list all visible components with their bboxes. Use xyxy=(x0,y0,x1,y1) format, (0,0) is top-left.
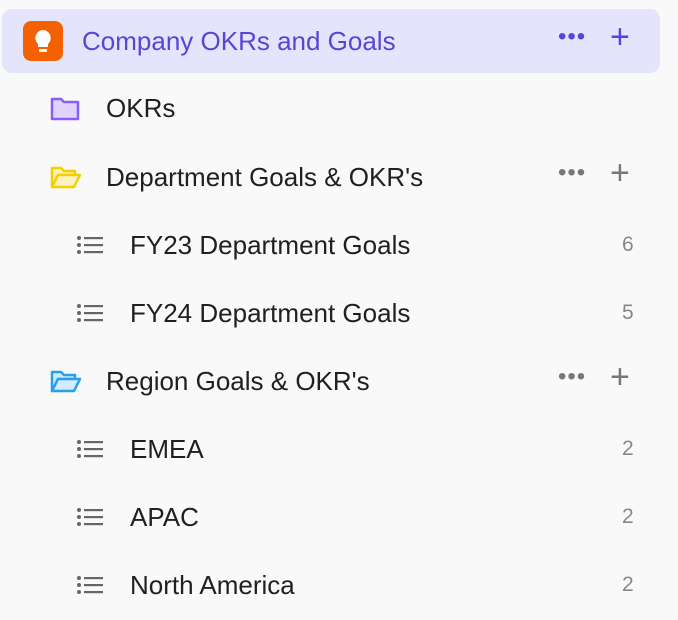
list-icon xyxy=(76,235,104,255)
list-apac[interactable]: APAC 2 xyxy=(2,485,660,549)
folder-department-goals[interactable]: Department Goals & OKR's ••• + xyxy=(2,145,660,209)
task-count: 2 xyxy=(622,505,634,528)
add-button[interactable]: + xyxy=(610,154,630,193)
task-count: 2 xyxy=(622,573,634,596)
item-label: EMEA xyxy=(130,433,204,464)
item-label: Region Goals & OKR's xyxy=(106,365,370,396)
list-fy24[interactable]: FY24 Department Goals 5 xyxy=(2,281,660,345)
folder-okrs[interactable]: OKRs xyxy=(2,76,660,140)
more-options-button[interactable]: ••• xyxy=(558,159,586,187)
list-emea[interactable]: EMEA 2 xyxy=(2,417,660,481)
folder-icon xyxy=(50,95,80,121)
folder-open-icon xyxy=(50,368,82,394)
item-label: APAC xyxy=(130,501,199,532)
list-north-america[interactable]: North America 2 xyxy=(2,553,660,617)
add-button[interactable]: + xyxy=(610,18,630,57)
folder-region-goals[interactable]: Region Goals & OKR's ••• + xyxy=(2,349,660,413)
item-label: FY24 Department Goals xyxy=(130,297,411,328)
add-button[interactable]: + xyxy=(610,358,630,397)
list-icon xyxy=(76,507,104,527)
task-count: 2 xyxy=(622,437,634,460)
list-icon xyxy=(76,439,104,459)
lightbulb-icon xyxy=(23,21,63,61)
space-company-okrs[interactable]: Company OKRs and Goals ••• + xyxy=(2,9,660,73)
item-label: FY23 Department Goals xyxy=(130,229,411,260)
list-icon xyxy=(76,303,104,323)
list-icon xyxy=(76,575,104,595)
task-count: 5 xyxy=(622,301,634,324)
space-title: Company OKRs and Goals xyxy=(82,25,396,56)
more-options-button[interactable]: ••• xyxy=(558,363,586,391)
item-label: North America xyxy=(130,569,295,600)
more-options-button[interactable]: ••• xyxy=(558,23,586,51)
item-label: Department Goals & OKR's xyxy=(106,161,424,192)
item-label: OKRs xyxy=(106,92,176,123)
list-fy23[interactable]: FY23 Department Goals 6 xyxy=(2,213,660,277)
task-count: 6 xyxy=(622,233,634,256)
folder-open-icon xyxy=(50,164,82,190)
